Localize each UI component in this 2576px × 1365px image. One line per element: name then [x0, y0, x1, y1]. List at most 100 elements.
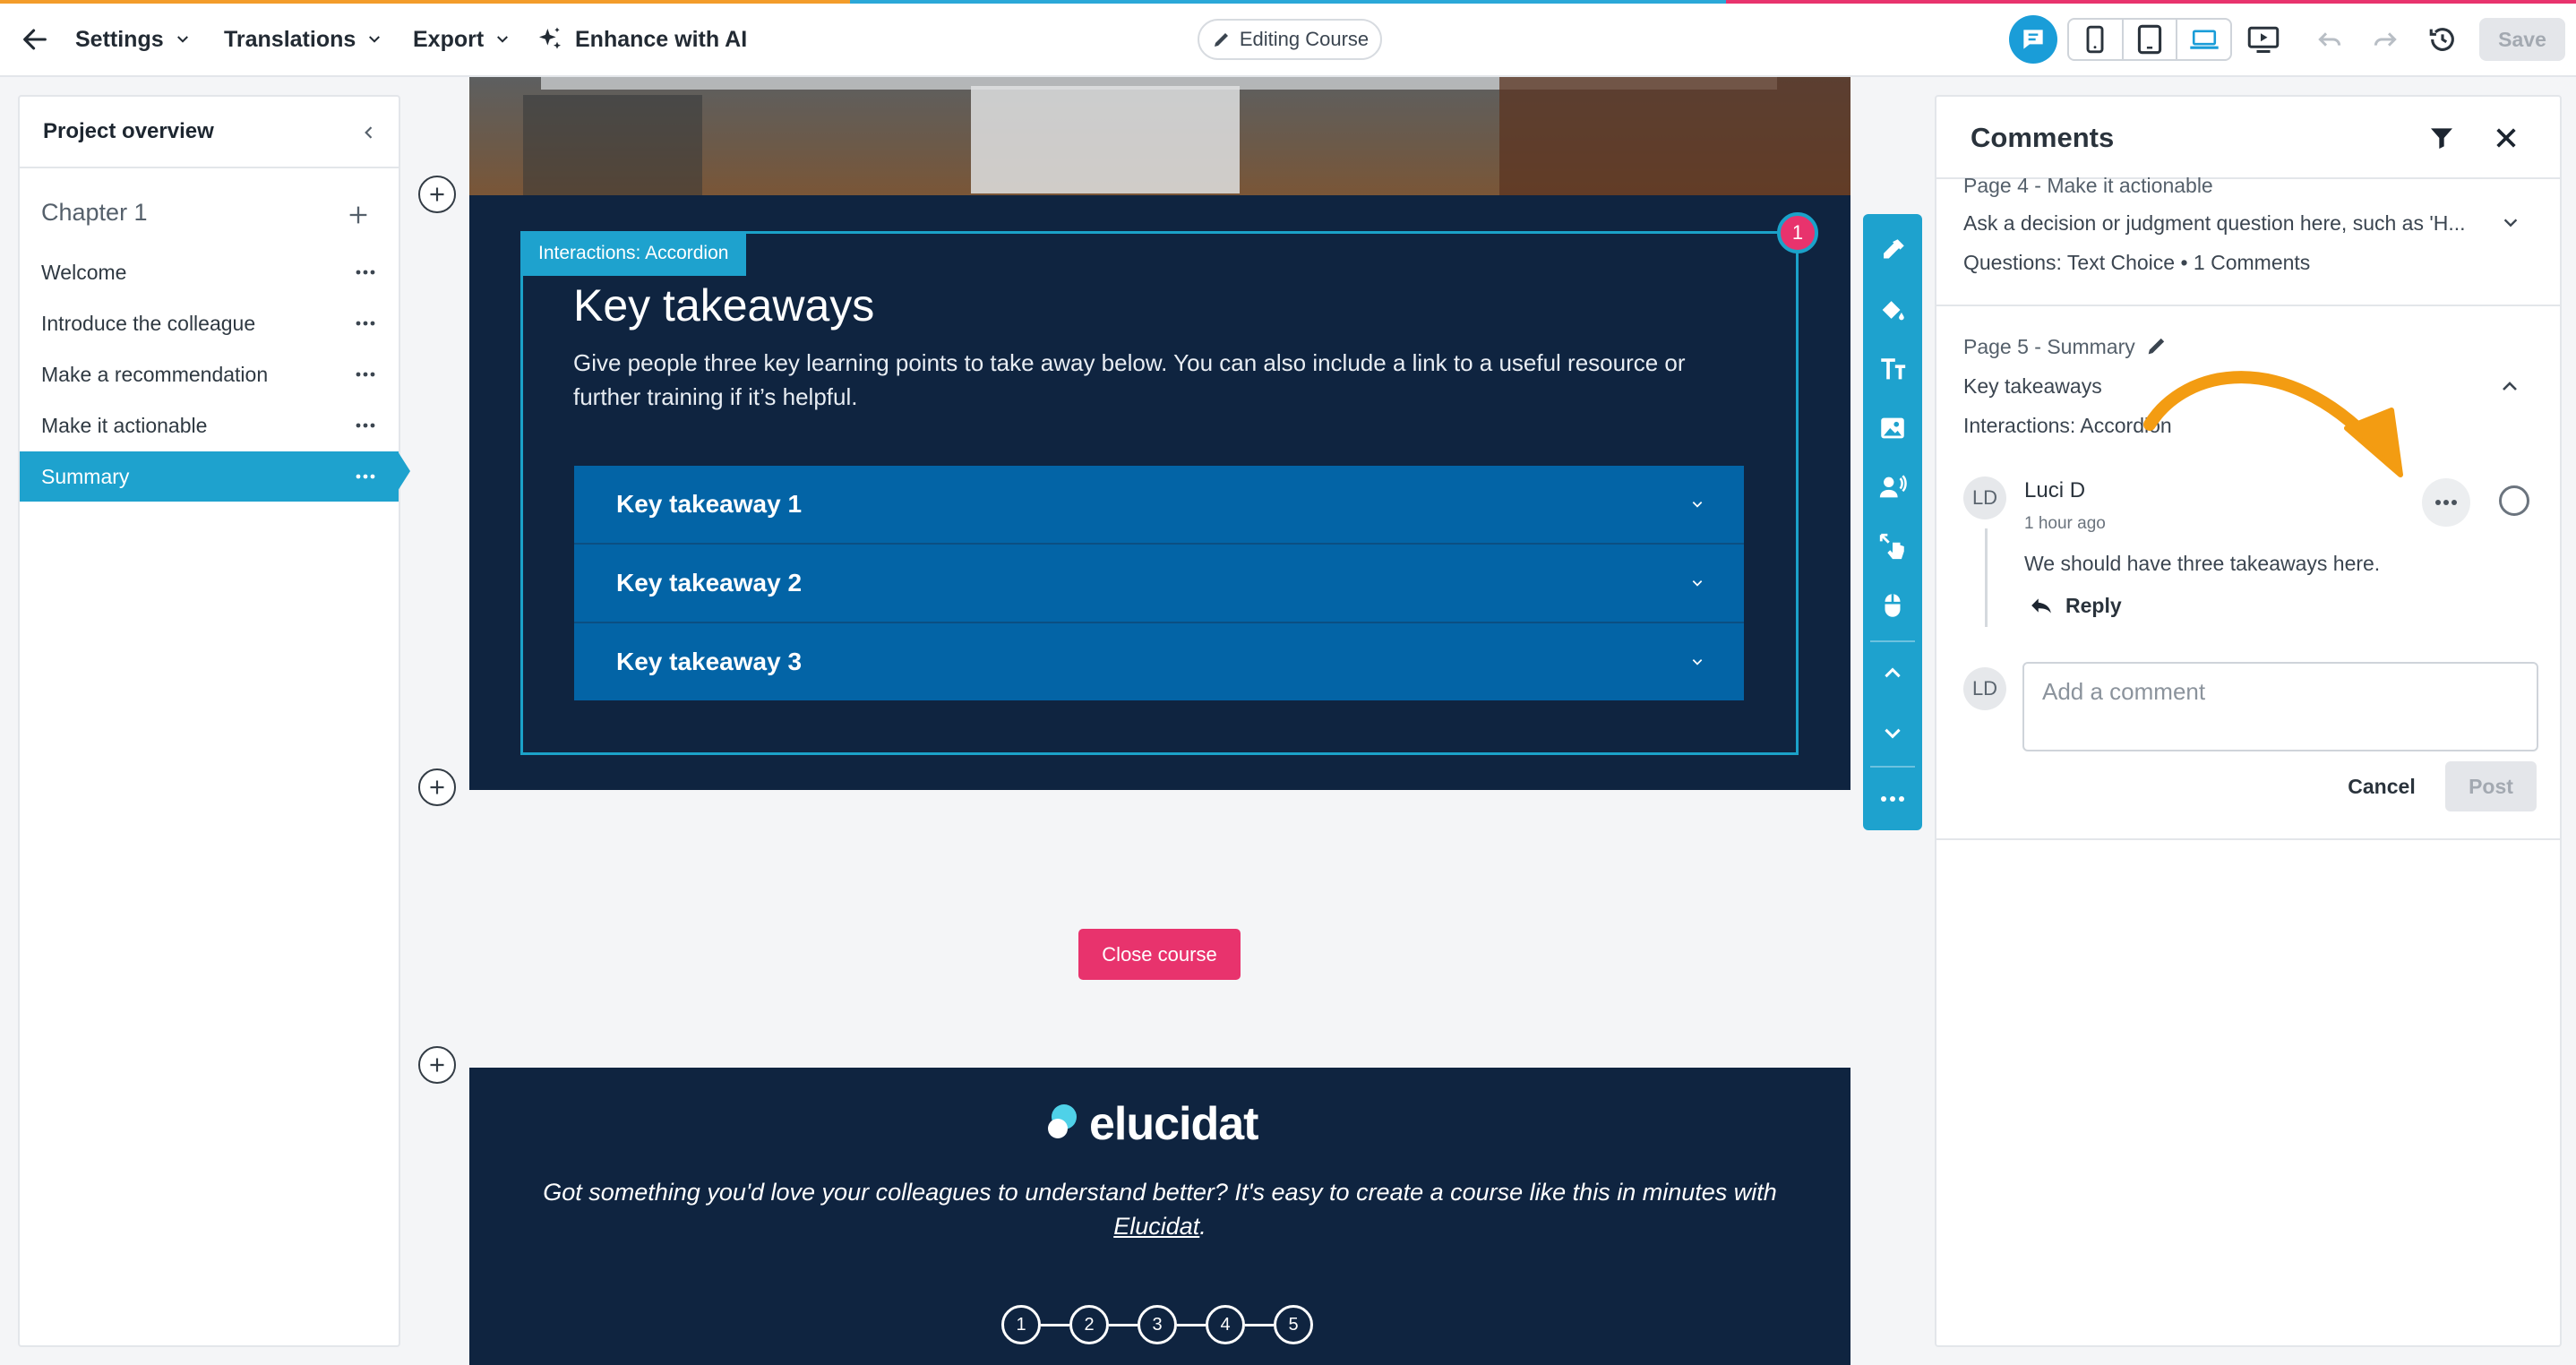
chevron-down-icon — [1885, 728, 1901, 739]
mobile-view-button[interactable] — [2069, 20, 2124, 59]
accordion-item-3[interactable]: Key takeaway 3 — [574, 623, 1744, 700]
click-action-button[interactable] — [1863, 576, 1922, 635]
avatar: LD — [1963, 476, 2006, 519]
enhance-ai-button[interactable]: Enhance with AI — [536, 21, 747, 57]
text-button[interactable] — [1863, 339, 1922, 399]
history-icon — [2429, 28, 2454, 51]
toolbar-divider — [1870, 640, 1915, 642]
interaction-button[interactable] — [1863, 517, 1922, 576]
footer-text: Got something you'd love your colleagues… — [537, 1175, 1782, 1243]
reply-icon — [2031, 598, 2051, 614]
page-item-introduce-the-colleague[interactable]: Introduce the colleague — [20, 298, 399, 348]
save-button[interactable]: Save — [2479, 18, 2565, 61]
more-dots-icon[interactable] — [356, 365, 375, 383]
chevron-down-icon — [1692, 659, 1703, 665]
audio-button[interactable] — [1863, 458, 1922, 517]
comments-title: Comments — [1971, 122, 2115, 153]
more-dots-icon[interactable] — [356, 263, 375, 281]
chevron-down-icon — [1692, 502, 1703, 508]
prev-thread-question[interactable]: Ask a decision or judgment question here… — [1963, 211, 2466, 236]
chevron-down-icon — [497, 36, 509, 43]
page-item-welcome[interactable]: Welcome — [20, 247, 399, 297]
laptop-icon — [2189, 30, 2219, 49]
settings-label: Settings — [75, 26, 164, 52]
image-button[interactable] — [1863, 399, 1922, 458]
step-4[interactable]: 4 — [1206, 1305, 1245, 1344]
block-toolbar — [1863, 214, 1922, 830]
page-item-make-a-recommendation[interactable]: Make a recommendation — [20, 349, 399, 399]
tablet-view-button[interactable] — [2124, 20, 2178, 59]
reply-button[interactable]: Reply — [2030, 588, 2122, 623]
elucidat-link[interactable]: Elucidat — [1113, 1213, 1199, 1240]
close-icon[interactable] — [2492, 124, 2520, 152]
more-dots-icon[interactable] — [356, 468, 375, 485]
step-5[interactable]: 5 — [1274, 1305, 1313, 1344]
block-title[interactable]: Key takeaways — [573, 279, 874, 331]
step-connector — [1177, 1323, 1206, 1326]
translations-menu[interactable]: Translations — [224, 21, 382, 57]
page-item-make-it-actionable[interactable]: Make it actionable — [20, 400, 399, 451]
paint-bucket-icon — [1882, 301, 1904, 321]
step-1[interactable]: 1 — [1001, 1305, 1041, 1344]
project-overview-title: Project overview — [43, 119, 214, 143]
theme-button[interactable] — [1863, 280, 1922, 339]
export-label: Export — [413, 26, 485, 52]
touch-icon — [1879, 533, 1904, 560]
top-accent-line — [0, 0, 2576, 4]
collapse-chevron-icon[interactable] — [360, 124, 378, 142]
active-page-pointer — [398, 451, 410, 491]
comments-toggle-button[interactable] — [2009, 15, 2057, 64]
filter-icon[interactable] — [2427, 124, 2456, 152]
export-menu[interactable]: Export — [413, 21, 511, 57]
more-options-button[interactable] — [1863, 769, 1922, 828]
post-button[interactable]: Post — [2445, 761, 2537, 811]
step-connector — [1041, 1323, 1069, 1326]
undo-button[interactable] — [2307, 18, 2352, 61]
add-page-plus-icon[interactable] — [346, 202, 371, 228]
step-progress: 1 2 3 4 5 — [1001, 1305, 1313, 1344]
hero-image — [469, 77, 1850, 195]
step-3[interactable]: 3 — [1138, 1305, 1177, 1344]
redo-button[interactable] — [2363, 18, 2408, 61]
more-dots-icon — [2435, 500, 2457, 505]
page-item-summary[interactable]: Summary — [20, 451, 399, 502]
settings-menu[interactable]: Settings — [75, 21, 191, 57]
chevron-down-icon — [1692, 580, 1703, 587]
cancel-button[interactable]: Cancel — [2332, 761, 2431, 811]
device-preview-group — [2067, 18, 2232, 61]
chevron-down-icon[interactable] — [2501, 213, 2520, 233]
add-block-button[interactable] — [418, 1046, 456, 1084]
move-up-button[interactable] — [1863, 644, 1922, 703]
interaction-type-tag: Interactions: Accordion — [520, 231, 747, 276]
history-button[interactable] — [2420, 18, 2465, 61]
resolve-comment-toggle[interactable] — [2499, 485, 2529, 516]
accordion-item-2[interactable]: Key takeaway 2 — [574, 545, 1744, 622]
step-2[interactable]: 2 — [1069, 1305, 1109, 1344]
chevron-down-icon — [369, 36, 381, 43]
move-down-button[interactable] — [1863, 703, 1922, 762]
more-dots-icon[interactable] — [356, 314, 375, 332]
add-block-button[interactable] — [418, 768, 456, 806]
accordion-item-label: Key takeaway 1 — [616, 490, 803, 518]
block-description[interactable]: Give people three key learning points to… — [573, 346, 1738, 414]
page-item-label: Make it actionable — [41, 413, 208, 437]
edit-style-button[interactable] — [1863, 221, 1922, 280]
preview-button[interactable] — [2241, 18, 2286, 61]
plus-icon — [430, 780, 444, 794]
chevron-up-icon[interactable] — [2499, 376, 2520, 398]
accordion-item-1[interactable]: Key takeaway 1 — [574, 466, 1744, 543]
more-dots-icon[interactable] — [356, 416, 375, 434]
close-course-button[interactable]: Close course — [1078, 929, 1241, 980]
editing-mode-pill[interactable]: Editing Course — [1198, 19, 1382, 60]
desktop-view-button[interactable] — [2177, 20, 2230, 59]
back-button[interactable] — [13, 18, 57, 61]
comment-count-badge[interactable]: 1 — [1777, 212, 1818, 253]
text-size-icon — [1881, 358, 1906, 380]
more-dots-icon — [1881, 796, 1904, 802]
comment-icon — [2023, 30, 2043, 49]
pencil-icon[interactable] — [2144, 333, 2169, 358]
add-comment-input[interactable]: Add a comment — [2022, 662, 2538, 751]
add-block-button[interactable] — [418, 176, 456, 213]
sparkle-icon — [539, 27, 561, 49]
mouse-icon — [1885, 594, 1901, 617]
